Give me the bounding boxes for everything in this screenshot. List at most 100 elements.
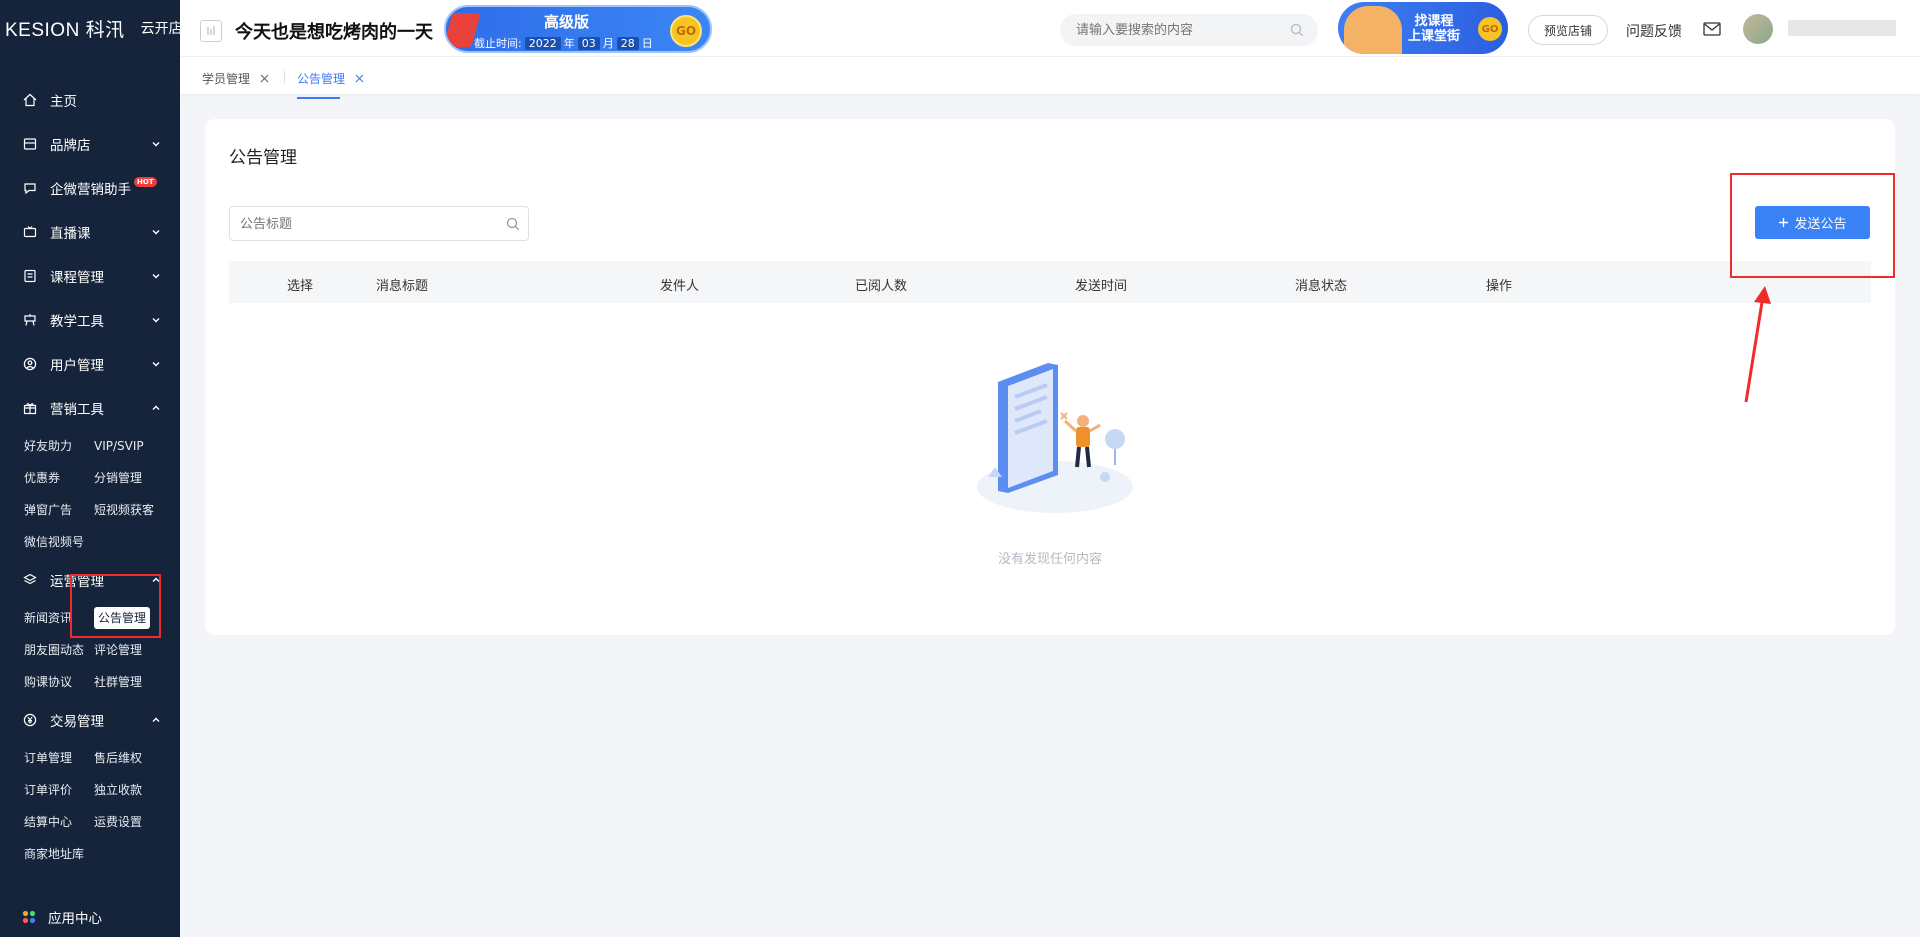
- sidebar-subitem[interactable]: 评论管理: [94, 634, 184, 666]
- promo-text: 找课程 上课堂街: [1408, 14, 1460, 44]
- empty-state-illustration: [977, 363, 1133, 513]
- sidebar-item-courses[interactable]: 课程管理: [0, 254, 180, 298]
- close-icon[interactable]: [355, 74, 364, 83]
- chevron-down-icon: [152, 318, 160, 323]
- avatar[interactable]: [1743, 14, 1773, 44]
- topbar: 今天也是想吃烤肉的一天 高级版 截止时间: 2022 年 03 月 28 日 G…: [180, 0, 1920, 56]
- promo-line1: 找课程: [1414, 14, 1454, 29]
- sidebar-item-label: 营销工具: [50, 402, 104, 418]
- search-icon[interactable]: [1290, 23, 1304, 37]
- sidebar-item-label: 课程管理: [50, 270, 104, 286]
- empty-state-text: 没有发现任何内容: [997, 552, 1102, 567]
- expire-year-unit: 年: [563, 37, 575, 50]
- main-card: 公告管理 发送公告 选择 消息标题 发件人 已阅人数 发送时间 消息状态 操作 …: [205, 119, 1895, 635]
- table-header: 选择 消息标题 发件人 已阅人数 发送时间 消息状态 操作: [229, 261, 1871, 303]
- sidebar-item-teaching-tools[interactable]: 教学工具: [0, 298, 180, 342]
- sidebar-subitem[interactable]: 短视频获客: [94, 494, 184, 526]
- transactions-submenu: 订单管理 售后维权 订单评价 独立收款 结算中心 运费设置 商家地址库: [0, 742, 180, 870]
- sidebar-item-users[interactable]: 用户管理: [0, 342, 180, 386]
- sidebar-subitem[interactable]: 好友助力: [24, 430, 94, 462]
- feedback-link[interactable]: 问题反馈: [1626, 21, 1682, 41]
- app-grid-icon: [22, 910, 36, 924]
- preview-store-button[interactable]: 预览店铺: [1528, 15, 1608, 45]
- logo-store-type: 云开店: [140, 21, 183, 37]
- expire-date: 截止时间: 2022 年 03 月 28 日: [474, 35, 653, 51]
- title-filter[interactable]: [229, 206, 529, 241]
- sidebar-subitem[interactable]: 朋友圈动态: [24, 634, 94, 666]
- marketing-tools-submenu: 好友助力 VIP/SVIP 优惠券 分销管理 弹窗广告 短视频获客 微信视频号: [0, 430, 180, 558]
- sidebar-item-transactions[interactable]: 交易管理: [0, 698, 180, 742]
- column-header-select: 选择: [287, 279, 314, 294]
- sidebar-subitem[interactable]: VIP/SVIP: [94, 430, 184, 462]
- edition-label: 高级版: [544, 13, 590, 31]
- app-center-label: 应用中心: [48, 911, 102, 927]
- banner-go-button[interactable]: GO: [670, 15, 702, 47]
- sidebar-subitem[interactable]: 运费设置: [94, 806, 184, 838]
- sidebar-subitem[interactable]: 售后维权: [94, 742, 184, 774]
- sidebar-item-label: 用户管理: [50, 358, 104, 374]
- global-search[interactable]: [1060, 14, 1318, 46]
- store-icon[interactable]: [200, 20, 222, 42]
- column-header-title: 消息标题: [376, 279, 429, 294]
- sidebar-subitem[interactable]: 订单管理: [24, 742, 94, 774]
- sidebar-subitem[interactable]: 独立收款: [94, 774, 184, 806]
- course-street-banner[interactable]: 找课程 上课堂街 GO: [1338, 2, 1508, 54]
- annotation-box-send-button: [1730, 173, 1895, 278]
- course-icon: [22, 268, 38, 284]
- close-icon[interactable]: [260, 74, 269, 83]
- yen-icon: [22, 712, 38, 728]
- logo-brand: KESION 科汛: [5, 19, 125, 41]
- promo-line2: 上课堂街: [1408, 29, 1461, 44]
- sidebar-subitem[interactable]: 优惠券: [24, 462, 94, 494]
- sidebar-item-label: 品牌店: [50, 138, 91, 154]
- sidebar-item-live[interactable]: 直播课: [0, 210, 180, 254]
- tab-announcement-management[interactable]: 公告管理: [297, 70, 364, 99]
- page-title: 公告管理: [229, 148, 297, 168]
- app-center-link[interactable]: 应用中心: [22, 907, 102, 927]
- edition-banner[interactable]: 高级版 截止时间: 2022 年 03 月 28 日 GO: [444, 5, 712, 53]
- logo[interactable]: KESION 科汛 云开店: [0, 0, 183, 56]
- column-header-read-count: 已阅人数: [855, 279, 908, 294]
- person-illustration-icon: [1344, 6, 1402, 54]
- shop-icon: [22, 136, 38, 152]
- sidebar-item-label: 企微营销助手: [50, 182, 131, 198]
- sidebar-subitem[interactable]: 社群管理: [94, 666, 184, 698]
- sidebar-subitem[interactable]: 订单评价: [24, 774, 94, 806]
- annotation-box-sidebar: [70, 574, 161, 638]
- expire-month-unit: 月: [602, 37, 614, 50]
- annotation-arrow-icon: [1744, 286, 1771, 403]
- column-header-send-time: 发送时间: [1075, 279, 1128, 294]
- expire-day-unit: 日: [641, 37, 653, 50]
- sidebar-item-marketing-tools[interactable]: 营销工具: [0, 386, 180, 430]
- chevron-down-icon: [152, 142, 160, 147]
- sidebar-subitem[interactable]: 购课协议: [24, 666, 94, 698]
- sidebar-subitem[interactable]: 商家地址库: [24, 838, 94, 870]
- chevron-up-icon: [152, 405, 160, 410]
- page-tabs: 学员管理 公告管理: [180, 56, 1920, 99]
- sidebar-nav: 主页 品牌店 企微营销助手 HOT 直播课 课程管理 教学工具 用户管理 营销工…: [0, 78, 180, 870]
- sidebar-subitem[interactable]: 结算中心: [24, 806, 94, 838]
- column-header-sender: 发件人: [660, 279, 700, 294]
- chat-icon: [22, 180, 38, 196]
- sidebar: KESION 科汛 云开店 主页 品牌店 企微营销助手 HOT 直播课 课程管理: [0, 0, 183, 937]
- column-header-status: 消息状态: [1295, 279, 1348, 294]
- sidebar-subitem[interactable]: 弹窗广告: [24, 494, 94, 526]
- promo-go-button[interactable]: GO: [1478, 17, 1502, 41]
- expire-day: 28: [616, 36, 639, 50]
- user-icon: [22, 356, 38, 372]
- sidebar-subitem[interactable]: 分销管理: [94, 462, 184, 494]
- sidebar-item-brand-store[interactable]: 品牌店: [0, 122, 180, 166]
- title-search-input[interactable]: [240, 216, 490, 231]
- tab-label: 学员管理: [202, 72, 251, 86]
- sidebar-item-label: 主页: [50, 94, 77, 110]
- search-input[interactable]: [1076, 22, 1276, 37]
- sidebar-subitem[interactable]: 微信视频号: [24, 526, 94, 558]
- username-blurred[interactable]: [1788, 20, 1896, 36]
- sidebar-item-label: 交易管理: [50, 714, 104, 730]
- sidebar-item-wecom-marketing[interactable]: 企微营销助手 HOT: [0, 166, 180, 210]
- layers-icon: [22, 572, 38, 588]
- tab-student-management[interactable]: 学员管理: [202, 70, 269, 87]
- mail-icon[interactable]: [1703, 21, 1721, 37]
- sidebar-item-home[interactable]: 主页: [0, 78, 180, 122]
- search-icon[interactable]: [506, 217, 520, 231]
